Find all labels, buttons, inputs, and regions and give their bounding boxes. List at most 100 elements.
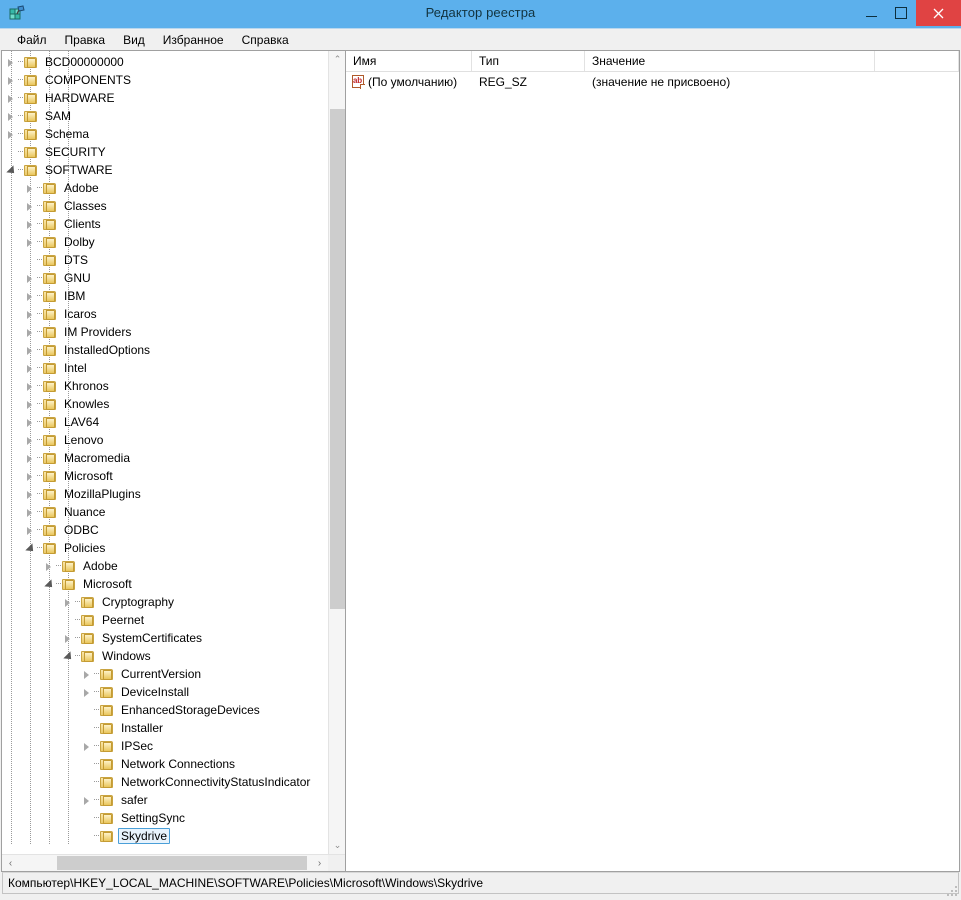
tree-item-components[interactable]: COMPONENTS [2, 71, 345, 89]
tree-item-intel[interactable]: Intel [2, 359, 345, 377]
tree-item-icaros[interactable]: Icaros [2, 305, 345, 323]
tree-item-installedoptions[interactable]: InstalledOptions [2, 341, 345, 359]
tree-item-lav64[interactable]: LAV64 [2, 413, 345, 431]
tree-item-installer[interactable]: Installer [2, 719, 345, 737]
expand-triangle-icon[interactable] [24, 449, 37, 467]
expand-triangle-icon[interactable] [24, 215, 37, 233]
collapse-triangle-icon[interactable] [5, 161, 18, 179]
expand-triangle-icon[interactable] [24, 467, 37, 485]
tree-item-safer[interactable]: safer [2, 791, 345, 809]
menu-help[interactable]: Справка [233, 31, 298, 49]
expand-triangle-icon[interactable] [81, 737, 94, 755]
tree-item-deviceinstall[interactable]: DeviceInstall [2, 683, 345, 701]
tree-item-macromedia[interactable]: Macromedia [2, 449, 345, 467]
tree-horizontal-scrollbar[interactable]: ‹ › [2, 854, 345, 871]
resize-grip-icon[interactable] [946, 885, 957, 896]
tree-item-ibm[interactable]: IBM [2, 287, 345, 305]
expand-triangle-icon[interactable] [24, 341, 37, 359]
vertical-scroll-thumb[interactable] [330, 109, 345, 609]
expand-triangle-icon[interactable] [24, 305, 37, 323]
expand-triangle-icon[interactable] [5, 71, 18, 89]
expand-triangle-icon[interactable] [24, 431, 37, 449]
expand-triangle-icon[interactable] [24, 377, 37, 395]
expand-triangle-icon[interactable] [81, 665, 94, 683]
column-header-name[interactable]: Имя [346, 51, 472, 71]
tree-item-skydrive[interactable]: Skydrive [2, 827, 345, 845]
menu-view[interactable]: Вид [114, 31, 154, 49]
tree-item-bcd00000000[interactable]: BCD00000000 [2, 53, 345, 71]
tree-item-ipsec[interactable]: IPSec [2, 737, 345, 755]
horizontal-scroll-thumb[interactable] [57, 856, 307, 870]
tree-vertical-scrollbar[interactable]: ⌃ ⌄ [328, 51, 345, 854]
expand-triangle-icon[interactable] [24, 359, 37, 377]
close-button[interactable] [916, 0, 961, 26]
expand-triangle-icon[interactable] [43, 557, 56, 575]
tree-item-microsoft[interactable]: Microsoft [2, 467, 345, 485]
column-header-extra[interactable] [875, 51, 959, 71]
tree-item-currentversion[interactable]: CurrentVersion [2, 665, 345, 683]
title-bar[interactable]: Редактор реестра [0, 0, 961, 28]
minimize-button[interactable] [856, 0, 886, 26]
expand-triangle-icon[interactable] [24, 485, 37, 503]
menu-file[interactable]: Файл [8, 31, 56, 49]
tree-item-dolby[interactable]: Dolby [2, 233, 345, 251]
table-row[interactable]: ab (По умолчанию) REG_SZ (значение не пр… [346, 72, 959, 91]
expand-triangle-icon[interactable] [5, 107, 18, 125]
scroll-right-icon[interactable]: › [311, 855, 328, 871]
expand-triangle-icon[interactable] [81, 683, 94, 701]
tree-item-im-providers[interactable]: IM Providers [2, 323, 345, 341]
tree-item-nuance[interactable]: Nuance [2, 503, 345, 521]
maximize-button[interactable] [886, 0, 916, 26]
tree-item-adobe[interactable]: Adobe [2, 557, 345, 575]
tree-item-hardware[interactable]: HARDWARE [2, 89, 345, 107]
tree-item-cryptography[interactable]: Cryptography [2, 593, 345, 611]
scroll-up-icon[interactable]: ⌃ [329, 51, 345, 68]
collapse-triangle-icon[interactable] [43, 575, 56, 593]
tree-item-odbc[interactable]: ODBC [2, 521, 345, 539]
expand-triangle-icon[interactable] [24, 395, 37, 413]
scroll-down-icon[interactable]: ⌄ [329, 837, 345, 854]
tree-item-knowles[interactable]: Knowles [2, 395, 345, 413]
column-header-type[interactable]: Тип [472, 51, 585, 71]
tree-item-adobe[interactable]: Adobe [2, 179, 345, 197]
expand-triangle-icon[interactable] [24, 197, 37, 215]
expand-triangle-icon[interactable] [62, 629, 75, 647]
tree-item-peernet[interactable]: Peernet [2, 611, 345, 629]
collapse-triangle-icon[interactable] [24, 539, 37, 557]
expand-triangle-icon[interactable] [81, 791, 94, 809]
column-header-value[interactable]: Значение [585, 51, 875, 71]
menu-edit[interactable]: Правка [56, 31, 115, 49]
tree-item-lenovo[interactable]: Lenovo [2, 431, 345, 449]
expand-triangle-icon[interactable] [24, 323, 37, 341]
expand-triangle-icon[interactable] [24, 233, 37, 251]
registry-tree[interactable]: BCD00000000 COMPONENTS HARDWARE SAM Schema SE… [2, 51, 345, 845]
tree-item-schema[interactable]: Schema [2, 125, 345, 143]
tree-item-enhancedstoragedevices[interactable]: EnhancedStorageDevices [2, 701, 345, 719]
expand-triangle-icon[interactable] [24, 269, 37, 287]
scroll-left-icon[interactable]: ‹ [2, 855, 19, 871]
tree-item-khronos[interactable]: Khronos [2, 377, 345, 395]
expand-triangle-icon[interactable] [24, 503, 37, 521]
expand-triangle-icon[interactable] [24, 287, 37, 305]
expand-triangle-icon[interactable] [24, 413, 37, 431]
tree-item-gnu[interactable]: GNU [2, 269, 345, 287]
tree-item-network-connections[interactable]: Network Connections [2, 755, 345, 773]
values-list-body[interactable]: ab (По умолчанию) REG_SZ (значение не пр… [346, 72, 959, 871]
expand-triangle-icon[interactable] [24, 521, 37, 539]
expand-triangle-icon[interactable] [62, 593, 75, 611]
tree-item-software[interactable]: SOFTWARE [2, 161, 345, 179]
tree-item-settingsync[interactable]: SettingSync [2, 809, 345, 827]
tree-item-policies[interactable]: Policies [2, 539, 345, 557]
collapse-triangle-icon[interactable] [62, 647, 75, 665]
tree-item-sam[interactable]: SAM [2, 107, 345, 125]
tree-item-microsoft[interactable]: Microsoft [2, 575, 345, 593]
expand-triangle-icon[interactable] [24, 179, 37, 197]
tree-item-networkconnectivitystatusindicator[interactable]: NetworkConnectivityStatusIndicator [2, 773, 345, 791]
menu-favorites[interactable]: Избранное [154, 31, 233, 49]
tree-item-classes[interactable]: Classes [2, 197, 345, 215]
tree-item-clients[interactable]: Clients [2, 215, 345, 233]
expand-triangle-icon[interactable] [5, 53, 18, 71]
tree-item-mozillaplugins[interactable]: MozillaPlugins [2, 485, 345, 503]
expand-triangle-icon[interactable] [5, 125, 18, 143]
tree-item-windows[interactable]: Windows [2, 647, 345, 665]
